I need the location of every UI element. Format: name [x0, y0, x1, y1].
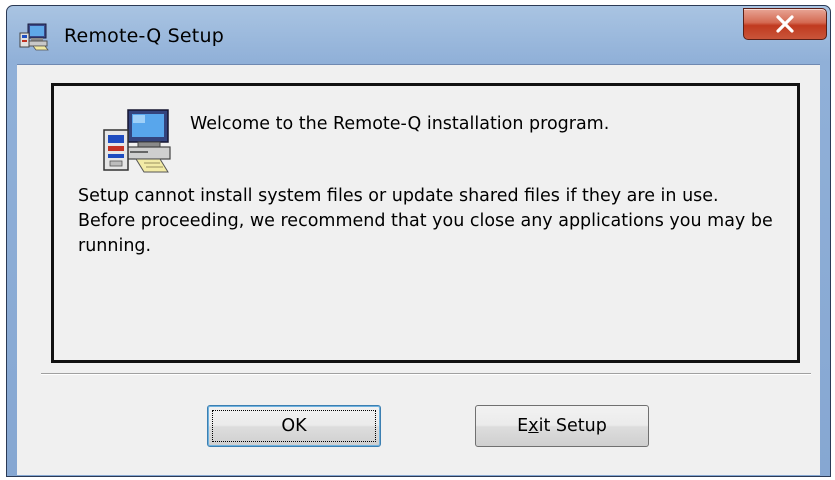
message-frame: Welcome to the Remote-Q installation pro… [51, 83, 800, 363]
setup-dialog-window: Remote-Q Setup Welcome to the Remote-Q i… [6, 5, 831, 477]
setup-computer-icon [19, 23, 49, 51]
ok-button-label: OK [281, 416, 307, 436]
setup-warning-message: Setup cannot install system files or upd… [78, 186, 773, 256]
ok-button[interactable]: OK [207, 405, 381, 447]
setup-computer-icon [102, 108, 172, 174]
close-x-icon [775, 15, 795, 33]
window-title: Remote-Q Setup [64, 25, 224, 47]
title-bar[interactable]: Remote-Q Setup [7, 6, 830, 64]
exit-setup-button[interactable]: Exit Setup [475, 405, 649, 447]
separator-line [41, 373, 811, 375]
welcome-heading: Welcome to the Remote-Q installation pro… [190, 114, 610, 134]
mnemonic-underline: x [528, 416, 539, 436]
close-button[interactable] [743, 8, 827, 40]
dialog-body: Welcome to the Remote-Q installation pro… [17, 64, 820, 475]
exit-setup-button-label: Exit Setup [517, 416, 607, 436]
